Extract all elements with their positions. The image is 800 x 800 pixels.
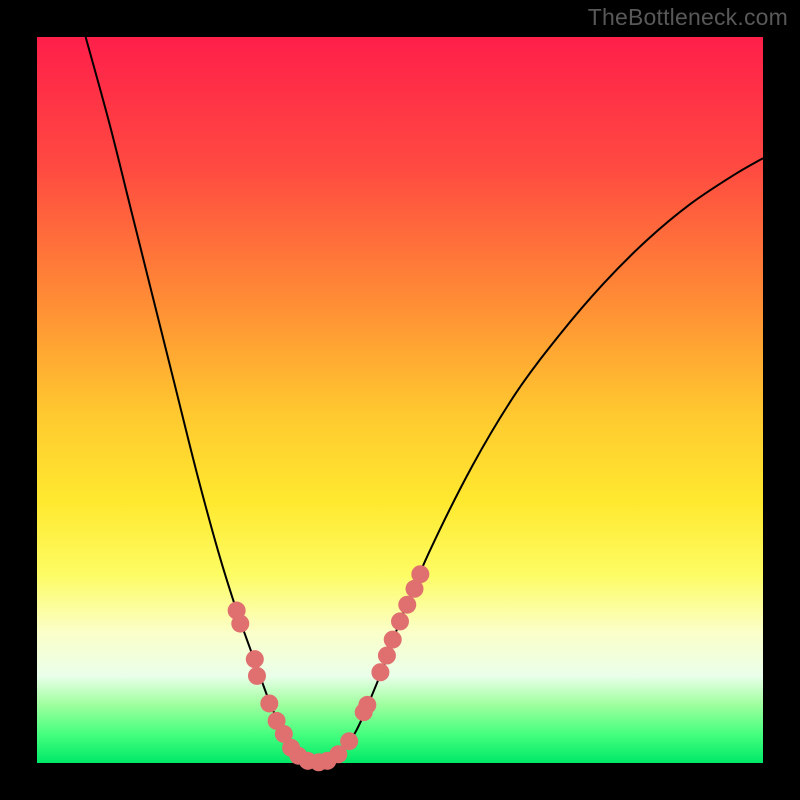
data-marker (340, 732, 358, 750)
plot-area (37, 37, 763, 763)
curve-left (86, 37, 310, 763)
data-marker (378, 647, 396, 665)
data-marker (231, 615, 249, 633)
chart-stage: TheBottleneck.com (0, 0, 800, 800)
data-marker (391, 612, 409, 630)
data-marker (398, 596, 416, 614)
curve-markers (228, 565, 430, 771)
data-marker (248, 667, 266, 685)
data-marker (260, 694, 278, 712)
data-marker (358, 696, 376, 714)
plot-svg (37, 37, 763, 763)
data-marker (246, 650, 264, 668)
data-marker (371, 663, 389, 681)
data-marker (411, 565, 429, 583)
data-marker (384, 631, 402, 649)
watermark-text: TheBottleneck.com (588, 4, 788, 31)
